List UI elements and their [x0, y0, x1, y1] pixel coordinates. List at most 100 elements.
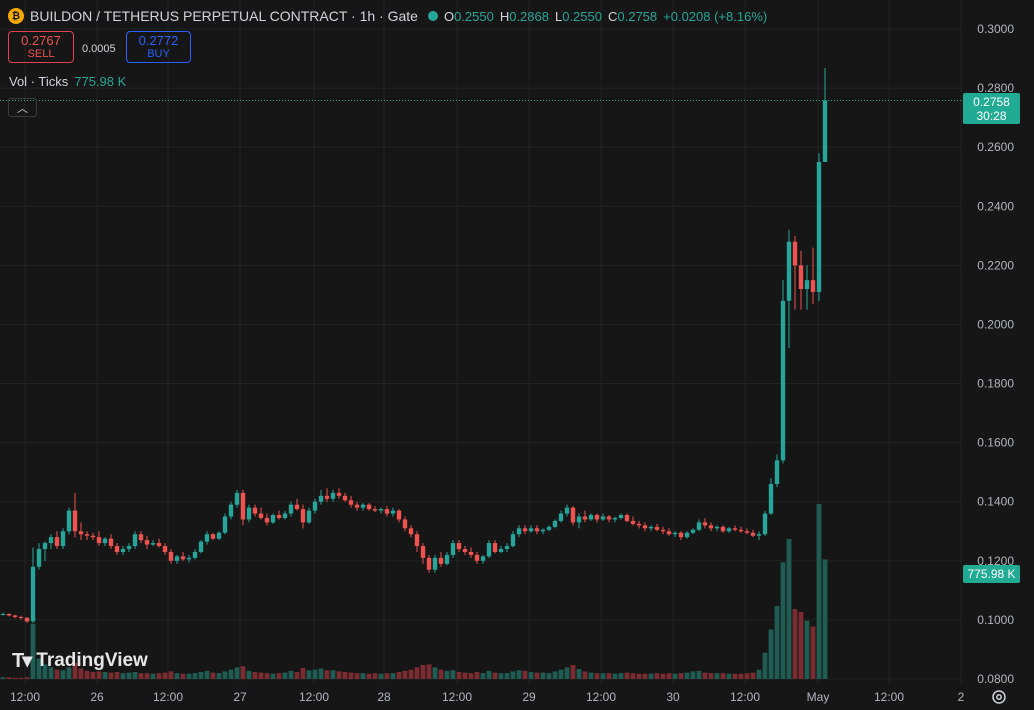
time-tick-label: 2: [958, 690, 965, 704]
candle: [522, 525, 528, 535]
candle: [156, 538, 162, 548]
candle: [738, 526, 744, 533]
volume-bar: [450, 670, 456, 679]
volume-bar: [132, 672, 138, 679]
open-label: O: [443, 8, 455, 24]
low-value: 0.2550: [562, 8, 602, 24]
volume-bar: [528, 672, 534, 679]
candle: [480, 554, 486, 564]
time-tick-label: May: [807, 690, 830, 704]
volume-bar: [276, 673, 282, 679]
volume-bar: [306, 670, 312, 679]
volume-bar: [534, 672, 540, 679]
candle: [540, 528, 546, 535]
candle: [426, 554, 432, 573]
volume-bar: [588, 672, 594, 679]
candle: [726, 526, 732, 533]
candle: [258, 507, 264, 520]
candle: [282, 510, 288, 520]
volume-bar: [342, 672, 348, 679]
candle: [582, 510, 588, 523]
candle: [564, 504, 570, 517]
spread-value: 0.0005: [82, 43, 116, 55]
candle: [690, 528, 696, 535]
price-chart[interactable]: 0.30000.28000.26000.24000.22000.20000.18…: [0, 0, 1034, 710]
volume-bar: [774, 606, 780, 679]
sell-button[interactable]: 0.2767 SELL: [8, 31, 74, 63]
candle: [132, 531, 138, 549]
price-tick-label: 0.2600: [977, 140, 1014, 154]
candle: [288, 501, 294, 517]
candle: [714, 525, 720, 532]
volume-bar: [180, 673, 186, 679]
buy-button[interactable]: 0.2772 BUY: [126, 31, 191, 63]
candle: [558, 510, 564, 523]
volume-bar: [624, 672, 630, 679]
tradingview-logo[interactable]: T▾ TradingView: [12, 648, 148, 673]
volume-bar: [552, 671, 558, 679]
volume-bar: [702, 672, 708, 679]
collapse-legend-button[interactable]: ︿: [8, 98, 37, 117]
volume-bar: [798, 611, 804, 679]
open-value: 0.2550: [454, 8, 494, 24]
volume-bar: [144, 673, 150, 679]
volume-bar: [360, 673, 366, 679]
candle: [462, 546, 468, 555]
volume-bar: [600, 673, 606, 679]
volume-bar: [768, 629, 774, 679]
volume-bar: [366, 673, 372, 679]
volume-bar: [126, 672, 132, 679]
candle: [174, 554, 180, 564]
time-tick-label: 27: [233, 690, 247, 704]
time-tick-label: 12:00: [299, 690, 329, 704]
time-tick-label: 12:00: [153, 690, 183, 704]
volume-bar: [240, 666, 246, 679]
volume-bar: [486, 670, 492, 679]
candle: [120, 546, 126, 555]
volume-bar: [426, 664, 432, 679]
volume-bar: [234, 667, 240, 679]
price-tick-label: 0.2000: [977, 317, 1014, 331]
candle: [162, 543, 168, 555]
candle: [336, 488, 342, 499]
volume-bar: [522, 670, 528, 679]
price-tick-label: 0.1000: [977, 613, 1014, 627]
volume-bar: [348, 672, 354, 679]
volume-bar: [756, 669, 762, 679]
close-label: C: [607, 8, 618, 24]
symbol-title[interactable]: BUILDON / TETHERUS PERPETUAL CONTRACT · …: [30, 8, 418, 24]
volume-badge: 775.98 K: [963, 565, 1020, 583]
candle: [696, 519, 702, 532]
time-axis: 12:00 26 12:00 27 12:00 28 12:00 29 12:00 30 12:00…: [10, 690, 965, 704]
volume-bar: [162, 672, 168, 679]
candle: [618, 513, 624, 520]
time-tick-label: 28: [377, 690, 391, 704]
volume-bar: [714, 673, 720, 679]
candle: [642, 522, 648, 532]
volume-legend[interactable]: Vol · Ticks 775.98 K: [9, 74, 126, 89]
volume-bar: [138, 673, 144, 679]
volume-bar: [576, 669, 582, 679]
volume-bar: [12, 677, 18, 679]
ohlc-legend: O0.2550 H0.2868 L0.2550 C0.2758 +0.0208 …: [444, 9, 767, 24]
candle: [36, 543, 42, 570]
candle: [732, 525, 738, 532]
candle: [366, 503, 372, 511]
volume-bar: [210, 672, 216, 679]
candle: [294, 498, 300, 511]
volume-bar: [120, 673, 126, 679]
candle: [768, 478, 774, 516]
candle: [348, 495, 354, 508]
candle: [576, 513, 582, 529]
price-tick-label: 0.1600: [977, 436, 1014, 450]
volume-bar: [390, 673, 396, 679]
candle: [144, 535, 150, 549]
settings-gear-icon[interactable]: [990, 688, 1008, 706]
volume-bar: [408, 669, 414, 679]
volume-bar: [396, 672, 402, 679]
volume-bar: [168, 671, 174, 679]
candle: [516, 525, 522, 538]
time-tick-label: 12:00: [442, 690, 472, 704]
time-tick-label: 29: [522, 690, 536, 704]
volume-bar: [498, 673, 504, 679]
